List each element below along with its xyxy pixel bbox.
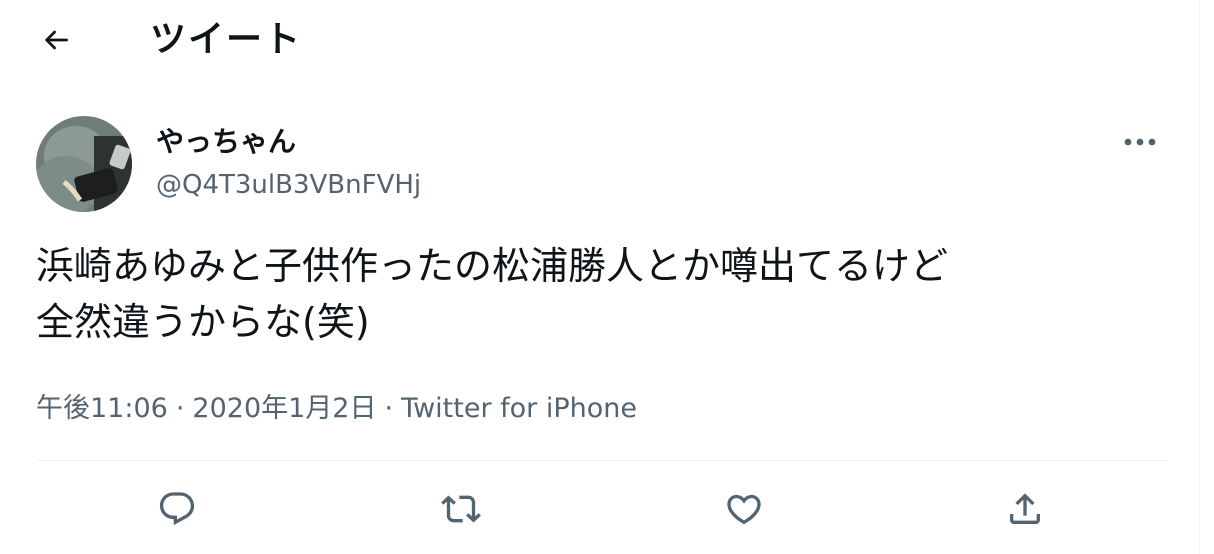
tweet-page: ツイート やっちゃん @Q4T3ulB3VBnFVHj 浜崎あゆみと子供作ったの… [0, 0, 1200, 554]
tweet-date[interactable]: 2020年1月2日 [192, 393, 376, 424]
divider [36, 460, 1168, 461]
separator: · [175, 393, 185, 424]
tweet-text-line: 全然違うからな(笑) [36, 300, 370, 344]
retweet-icon [441, 489, 481, 529]
heart-icon [724, 489, 764, 529]
back-button[interactable] [36, 20, 76, 60]
display-name[interactable]: やっちゃん [156, 124, 296, 160]
tweet-text-line: 浜崎あゆみと子供作ったの松浦勝人とか噂出てるけど [36, 244, 949, 288]
tweet-source[interactable]: Twitter for iPhone [401, 393, 637, 424]
retweet-button[interactable] [434, 482, 488, 536]
reply-button[interactable] [150, 482, 204, 536]
avatar[interactable] [36, 116, 132, 212]
share-button[interactable] [998, 482, 1052, 536]
page-title: ツイート [150, 19, 303, 60]
more-icon [1123, 137, 1157, 147]
tweet-time[interactable]: 午後11:06 [36, 393, 168, 424]
arrow-left-icon [40, 24, 72, 56]
separator: · [384, 393, 394, 424]
tweet-text: 浜崎あゆみと子供作ったの松浦勝人とか噂出てるけど 全然違うからな(笑) [36, 238, 1176, 350]
more-options-button[interactable] [1120, 124, 1160, 160]
tweet-metadata: 午後11:06 · 2020年1月2日 · Twitter for iPhone [36, 390, 637, 428]
share-icon [1005, 489, 1045, 529]
user-handle[interactable]: @Q4T3ulB3VBnFVHj [156, 168, 421, 202]
like-button[interactable] [717, 482, 771, 536]
header: ツイート [0, 0, 1200, 80]
action-bar [36, 474, 1168, 544]
reply-icon [157, 489, 197, 529]
